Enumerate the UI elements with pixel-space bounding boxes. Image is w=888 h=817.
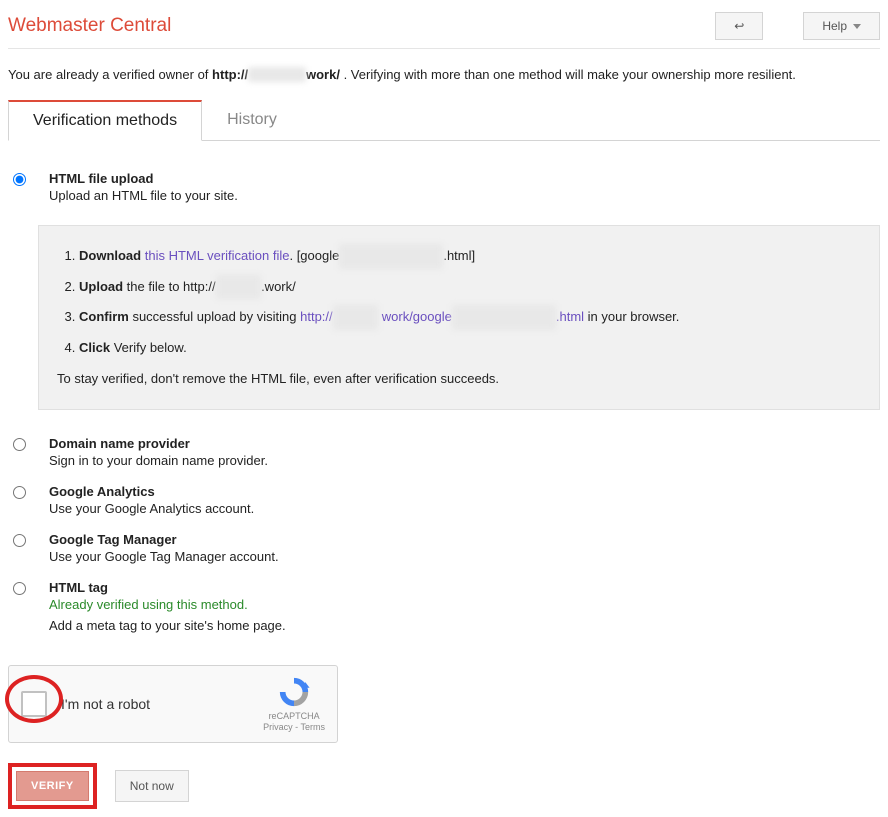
recaptcha-label: I'm not a robot [61,696,150,712]
intro-text: You are already a verified owner of http… [8,49,880,100]
confirm-link-mid: work/google [378,309,452,324]
intro-prefix: You are already a verified owner of [8,67,212,82]
radio-html-tag[interactable] [13,582,26,595]
methods-panel: HTML file upload Upload an HTML file to … [8,141,880,641]
recaptcha-icon [277,675,311,709]
radio-html-file[interactable] [13,173,26,186]
step1-label: Download [79,248,141,263]
step3-label: Confirm [79,309,129,324]
method-title: HTML file upload [49,171,880,186]
method-title: Google Tag Manager [49,532,880,547]
tabs: Verification methods History [8,100,880,141]
highlight-box: VERIFY [8,763,97,809]
method-desc: Use your Google Tag Manager account. [49,549,880,564]
chevron-down-icon [853,24,861,29]
html-file-details: Download this HTML verification file. [g… [38,225,880,410]
radio-analytics[interactable] [13,486,26,499]
intro-url-redacted: xxxxxxxx [248,67,306,82]
page-header: Webmaster Central ↩ Help [8,8,880,49]
confirm-link-pre: http:// [300,309,333,324]
action-row: VERIFY Not now [8,763,880,809]
step3-after: in your browser. [584,309,679,324]
help-label: Help [822,19,847,33]
radio-gtm[interactable] [13,534,26,547]
already-verified-msg: Already verified using this method. [49,597,880,612]
confirm-link-red2: xxxxxxxxxxxxxxxx [452,305,556,330]
step2-label: Upload [79,279,123,294]
method-extra: Add a meta tag to your site's home page. [49,618,880,633]
step2-suffix: .work/ [261,279,296,294]
method-desc: Use your Google Analytics account. [49,501,880,516]
header-buttons: ↩ Help [715,12,880,40]
download-link[interactable]: this HTML verification file [145,248,290,263]
recaptcha-privacy-link[interactable]: Privacy [263,722,293,732]
step2-text: the file to http:// [123,279,216,294]
back-icon: ↩ [734,19,744,33]
recaptcha-sep: - [293,722,301,732]
method-gtm: Google Tag Manager Use your Google Tag M… [8,524,880,572]
confirm-link-suf: .html [556,309,584,324]
recaptcha-checkbox[interactable] [21,691,47,717]
step1-open: . [google [289,248,339,263]
step-click: Click Verify below. [79,336,861,361]
step1-redacted: xxxxxxxxxxxxxxxx [339,244,443,269]
method-title: Google Analytics [49,484,880,499]
method-desc: Sign in to your domain name provider. [49,453,880,468]
verify-note: To stay verified, don't remove the HTML … [57,367,861,392]
step3-text: successful upload by visiting [129,309,300,324]
step4-label: Click [79,340,110,355]
confirm-link[interactable]: http://xxxxxxx work/googlexxxxxxxxxxxxxx… [300,309,584,324]
radio-domain[interactable] [13,438,26,451]
method-html-file: HTML file upload Upload an HTML file to … [8,163,880,211]
back-button[interactable]: ↩ [715,12,763,40]
step-confirm: Confirm successful upload by visiting ht… [79,305,861,330]
method-domain: Domain name provider Sign in to your dom… [8,428,880,476]
recaptcha: I'm not a robot reCAPTCHA Privacy - Term… [8,665,338,743]
intro-url-suffix: work/ [306,67,340,82]
tab-verification-methods[interactable]: Verification methods [8,100,202,141]
page-title: Webmaster Central [8,15,171,37]
step-download: Download this HTML verification file. [g… [79,244,861,269]
help-button[interactable]: Help [803,12,880,40]
not-now-button[interactable]: Not now [115,770,189,802]
step2-redacted: xxxxxxx [216,275,262,300]
method-analytics: Google Analytics Use your Google Analyti… [8,476,880,524]
method-html-tag: HTML tag Already verified using this met… [8,572,880,641]
method-title: HTML tag [49,580,880,595]
confirm-link-red1: xxxxxxx [333,305,379,330]
intro-suffix: . Verifying with more than one method wi… [344,67,796,82]
method-desc: Upload an HTML file to your site. [49,188,880,203]
recaptcha-terms-link[interactable]: Terms [301,722,326,732]
tab-history[interactable]: History [202,100,302,140]
step1-close: .html] [443,248,475,263]
verify-button[interactable]: VERIFY [16,771,89,801]
method-title: Domain name provider [49,436,880,451]
step4-text: Verify below. [110,340,187,355]
step-upload: Upload the file to http://xxxxxxx.work/ [79,275,861,300]
recaptcha-brand: reCAPTCHA [263,711,325,723]
intro-url-prefix: http:// [212,67,248,82]
